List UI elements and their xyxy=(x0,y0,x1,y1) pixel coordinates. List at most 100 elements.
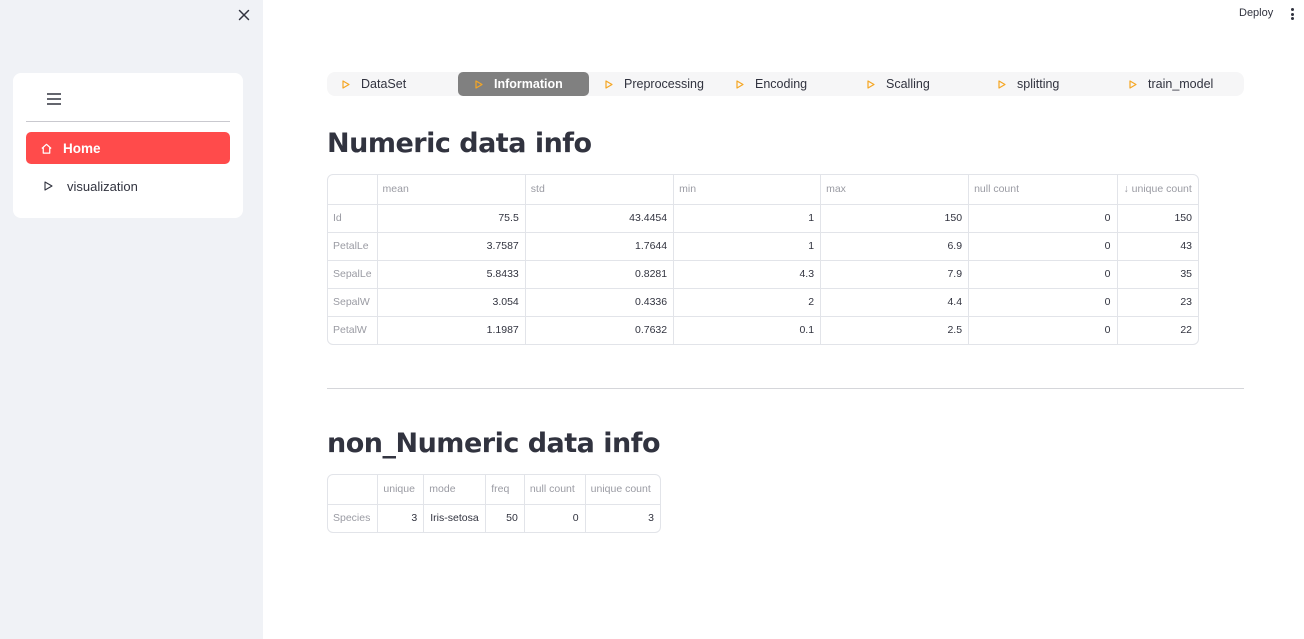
play-triangle-icon xyxy=(41,179,55,193)
non-numeric-section-title: non_Numeric data info xyxy=(327,428,661,459)
table-cell[interactable]: 3.054 xyxy=(377,288,526,317)
tab-label: train_model xyxy=(1148,77,1214,91)
table-cell[interactable]: 43 xyxy=(1117,232,1198,261)
tab-triangle-icon xyxy=(1129,79,1137,89)
table-cell[interactable]: 3 xyxy=(585,504,660,532)
table-cell[interactable]: 23 xyxy=(1117,288,1198,317)
table-cell[interactable]: 1.1987 xyxy=(377,316,526,344)
row-header-cell[interactable]: SepalLe xyxy=(328,260,378,289)
table-cell[interactable]: 0.4336 xyxy=(525,288,675,317)
tab-triangle-icon xyxy=(475,79,483,89)
tab-triangle-icon xyxy=(342,79,350,89)
row-header-cell[interactable]: PetalLe xyxy=(328,232,378,261)
table-corner-header[interactable] xyxy=(328,475,379,505)
sidebar-item-visualization[interactable]: visualization xyxy=(26,170,230,202)
tab-splitting[interactable]: splitting xyxy=(998,72,1059,96)
column-header[interactable]: min xyxy=(673,175,822,205)
table-cell[interactable]: 3.7587 xyxy=(377,232,526,261)
column-header[interactable]: mean xyxy=(377,175,526,205)
deploy-button[interactable]: Deploy xyxy=(1239,7,1273,19)
table-cell[interactable]: 50 xyxy=(485,504,525,532)
tab-encoding[interactable]: Encoding xyxy=(736,72,807,96)
table-cell[interactable]: 5.8433 xyxy=(377,260,526,289)
tab-train-model[interactable]: train_model xyxy=(1129,72,1213,96)
tab-information[interactable]: Information xyxy=(458,72,589,96)
table-cell[interactable]: 1.7644 xyxy=(525,232,675,261)
table-cell[interactable]: 7.9 xyxy=(820,260,970,289)
tab-dataset[interactable]: DataSet xyxy=(342,72,406,96)
column-header[interactable]: max xyxy=(820,175,970,205)
table-cell[interactable]: 0 xyxy=(968,232,1118,261)
non-numeric-data-table[interactable]: unique mode freq null count unique count Spe… xyxy=(327,474,661,533)
home-icon xyxy=(39,141,53,155)
table-cell[interactable]: 0.7632 xyxy=(525,316,675,344)
table-row: PetalLe 3.7587 1.7644 1 6.9 0 43 xyxy=(328,232,1198,261)
table-cell[interactable]: 0.8281 xyxy=(525,260,675,289)
tab-label: Encoding xyxy=(755,77,808,91)
menu-toggle-button[interactable] xyxy=(46,91,62,107)
table-cell[interactable]: 0.1 xyxy=(673,316,822,344)
tab-preprocessing[interactable]: Preprocessing xyxy=(605,72,704,96)
table-row: SepalLe 5.8433 0.8281 4.3 7.9 0 35 xyxy=(328,260,1198,289)
table-cell[interactable]: 0 xyxy=(968,204,1118,233)
column-header[interactable]: std xyxy=(525,175,675,205)
table-cell[interactable]: 0 xyxy=(968,316,1118,344)
table-cell[interactable]: 0 xyxy=(524,504,586,532)
kebab-menu-icon[interactable] xyxy=(1291,8,1295,20)
table-cell[interactable]: 0 xyxy=(968,260,1118,289)
table-cell[interactable]: 4.3 xyxy=(673,260,822,289)
numeric-data-table[interactable]: mean std min max null count ↓ unique count Id… xyxy=(327,174,1199,345)
sidebar-item-label: Home xyxy=(63,140,101,156)
table-cell[interactable]: 6.9 xyxy=(820,232,970,261)
hamburger-icon xyxy=(47,93,61,105)
sidebar-item-label: visualization xyxy=(67,178,138,194)
table-cell[interactable]: Iris-setosa xyxy=(423,504,487,532)
tab-bar: DataSet Information Preprocessing Encodi… xyxy=(327,72,1244,96)
column-header[interactable]: mode xyxy=(423,475,487,505)
table-cell[interactable]: 150 xyxy=(820,204,970,233)
column-header[interactable]: null count xyxy=(968,175,1118,205)
numeric-section-title: Numeric data info xyxy=(327,128,592,159)
menu-divider xyxy=(26,121,230,122)
tab-label: splitting xyxy=(1017,77,1060,91)
column-header[interactable]: unique xyxy=(377,475,425,505)
table-cell[interactable]: 75.5 xyxy=(377,204,526,233)
table-cell[interactable]: 3 xyxy=(377,504,425,532)
row-header-cell[interactable]: SepalW xyxy=(328,288,378,317)
table-cell[interactable]: 2 xyxy=(673,288,822,317)
column-header[interactable]: ↓ unique count xyxy=(1117,175,1198,205)
table-corner-header[interactable] xyxy=(328,175,378,205)
table-cell[interactable]: 35 xyxy=(1117,260,1198,289)
column-header[interactable]: freq xyxy=(485,475,525,505)
tab-label: DataSet xyxy=(361,77,407,91)
table-row: Id 75.5 43.4454 1 150 0 150 xyxy=(328,204,1198,233)
row-header-cell[interactable]: PetalW xyxy=(328,316,378,344)
table-cell[interactable]: 1 xyxy=(673,204,822,233)
table-row: SepalW 3.054 0.4336 2 4.4 0 23 xyxy=(328,288,1198,317)
table-cell[interactable]: 43.4454 xyxy=(525,204,675,233)
navigation-menu: Home visualization xyxy=(13,73,243,218)
tab-label: Preprocessing xyxy=(624,77,704,91)
tab-label: Scalling xyxy=(886,77,930,91)
table-cell[interactable]: 150 xyxy=(1117,204,1198,233)
tab-scalling[interactable]: Scalling xyxy=(867,72,930,96)
tab-label: Information xyxy=(494,77,563,91)
table-cell[interactable]: 4.4 xyxy=(820,288,970,317)
column-header[interactable]: unique count xyxy=(585,475,660,505)
table-cell[interactable]: 1 xyxy=(673,232,822,261)
close-icon xyxy=(238,9,250,21)
sidebar: Home visualization xyxy=(0,0,263,639)
row-header-cell[interactable]: Species xyxy=(328,504,379,532)
tab-triangle-icon xyxy=(736,79,744,89)
table-row: Species 3 Iris-setosa 50 0 3 xyxy=(328,504,660,532)
table-cell[interactable]: 0 xyxy=(968,288,1118,317)
table-cell[interactable]: 22 xyxy=(1117,316,1198,344)
table-row: PetalW 1.1987 0.7632 0.1 2.5 0 22 xyxy=(328,316,1198,344)
row-header-cell[interactable]: Id xyxy=(328,204,378,233)
close-sidebar-button[interactable] xyxy=(236,7,252,23)
column-header[interactable]: null count xyxy=(524,475,586,505)
table-cell[interactable]: 2.5 xyxy=(820,316,970,344)
tab-triangle-icon xyxy=(605,79,613,89)
section-divider xyxy=(327,388,1244,389)
sidebar-item-home[interactable]: Home xyxy=(26,132,230,164)
